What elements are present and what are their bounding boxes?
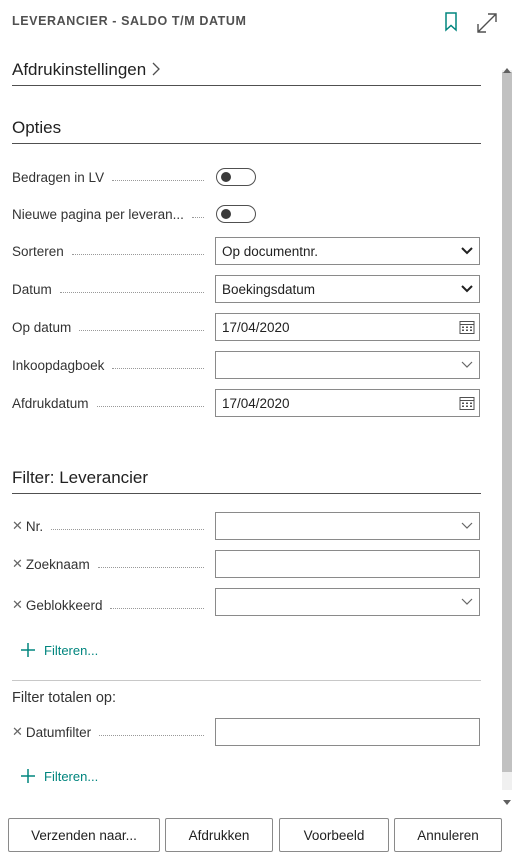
dot-leader bbox=[112, 179, 204, 181]
remove-filter-icon[interactable]: ✕ bbox=[12, 556, 23, 572]
divider bbox=[12, 680, 481, 681]
field-label-text: Nieuwe pagina per leveran... bbox=[12, 206, 184, 222]
new-page-label: Nieuwe pagina per leveran... bbox=[12, 200, 212, 228]
dot-leader bbox=[99, 734, 204, 736]
cancel-button[interactable]: Annuleren bbox=[394, 818, 502, 852]
search-name-label: ✕ Zoeknaam bbox=[12, 550, 212, 578]
field-label-text: Afdrukdatum bbox=[12, 395, 89, 411]
date-filter-label: ✕ Datumfilter bbox=[12, 718, 212, 746]
select-value: Boekingsdatum bbox=[222, 281, 316, 297]
search-name-input[interactable] bbox=[215, 550, 480, 578]
dot-leader bbox=[191, 216, 204, 218]
divider bbox=[12, 143, 481, 144]
options-title: Opties bbox=[12, 118, 62, 137]
totals-filter-title: Filter totalen op: bbox=[12, 690, 116, 706]
divider bbox=[12, 493, 481, 494]
print-settings-header[interactable]: Afdrukinstellingen bbox=[12, 60, 161, 81]
field-label-text: Op datum bbox=[12, 319, 72, 335]
dot-leader bbox=[51, 528, 204, 530]
field-label-text: Geblokkeerd bbox=[25, 597, 103, 613]
link-label: Filteren... bbox=[44, 642, 99, 658]
sort-select[interactable]: Op documentnr. bbox=[215, 237, 480, 265]
vendor-no-label: ✕ Nr. bbox=[12, 512, 212, 540]
field-label-text: Bedragen in LV bbox=[12, 169, 105, 185]
journal-label: Inkoopdagboek bbox=[12, 351, 212, 379]
chevron-down-icon bbox=[455, 237, 479, 265]
dialog-content: Afdrukinstellingen Opties Bedragen in LV… bbox=[0, 48, 500, 798]
sort-label: Sorteren bbox=[12, 237, 212, 265]
add-vendor-filter-link[interactable]: Filteren... bbox=[20, 642, 98, 658]
input-value: 17/04/2020 bbox=[222, 395, 290, 411]
send-to-button[interactable]: Verzenden naar... bbox=[8, 818, 160, 852]
chevron-down-icon[interactable] bbox=[455, 512, 479, 540]
plus-icon bbox=[20, 642, 36, 658]
remove-filter-icon[interactable]: ✕ bbox=[12, 724, 23, 740]
chevron-right-icon bbox=[151, 61, 161, 81]
dot-leader bbox=[71, 253, 204, 255]
calendar-icon[interactable] bbox=[455, 313, 479, 341]
date-label: Datum bbox=[12, 275, 212, 303]
field-label-text: Inkoopdagboek bbox=[12, 357, 105, 373]
scroll-down-icon[interactable] bbox=[503, 793, 511, 805]
scroll-up-icon[interactable] bbox=[503, 60, 511, 73]
link-label: Filteren... bbox=[44, 768, 99, 784]
input-value: 17/04/2020 bbox=[222, 319, 290, 335]
field-label-text: Datumfilter bbox=[25, 724, 92, 740]
divider bbox=[12, 85, 481, 86]
chevron-down-icon bbox=[455, 275, 479, 303]
date-filter-input[interactable] bbox=[215, 718, 480, 746]
toggle-knob bbox=[221, 209, 231, 219]
dot-leader bbox=[96, 405, 204, 407]
as-of-date-input[interactable]: 17/04/2020 bbox=[215, 313, 480, 341]
amounts-lcy-toggle[interactable] bbox=[216, 168, 256, 186]
chevron-down-icon[interactable] bbox=[455, 588, 479, 616]
expand-icon[interactable] bbox=[476, 12, 498, 39]
add-totals-filter-link[interactable]: Filteren... bbox=[20, 768, 98, 784]
dot-leader bbox=[79, 329, 204, 331]
plus-icon bbox=[20, 768, 36, 784]
dialog-header: LEVERANCIER - SALDO T/M DATUM bbox=[0, 0, 515, 48]
chevron-down-icon[interactable] bbox=[455, 351, 479, 379]
field-label-text: Nr. bbox=[25, 518, 44, 534]
select-value: Op documentnr. bbox=[222, 243, 319, 259]
print-date-label: Afdrukdatum bbox=[12, 389, 212, 417]
dialog-footer: Verzenden naar... Afdrukken Voorbeeld An… bbox=[0, 818, 515, 852]
vendor-filter-title: Filter: Leverancier bbox=[12, 468, 149, 487]
field-label-text: Datum bbox=[12, 281, 52, 297]
vendor-no-lookup[interactable] bbox=[215, 512, 480, 540]
dialog-title: LEVERANCIER - SALDO T/M DATUM bbox=[12, 14, 247, 28]
calendar-icon[interactable] bbox=[455, 389, 479, 417]
bookmark-icon[interactable] bbox=[444, 12, 458, 37]
dot-leader bbox=[59, 291, 204, 293]
field-label-text: Zoeknaam bbox=[25, 556, 90, 572]
date-select[interactable]: Boekingsdatum bbox=[215, 275, 480, 303]
journal-lookup[interactable] bbox=[215, 351, 480, 379]
print-date-input[interactable]: 17/04/2020 bbox=[215, 389, 480, 417]
dot-leader bbox=[112, 367, 204, 369]
blocked-label: ✕ Geblokkeerd bbox=[12, 591, 212, 619]
dot-leader bbox=[97, 566, 204, 568]
remove-filter-icon[interactable]: ✕ bbox=[12, 597, 23, 613]
blocked-lookup[interactable] bbox=[215, 588, 480, 616]
toggle-knob bbox=[221, 172, 231, 182]
preview-button[interactable]: Voorbeeld bbox=[279, 818, 389, 852]
print-button[interactable]: Afdrukken bbox=[165, 818, 273, 852]
field-label-text: Sorteren bbox=[12, 243, 64, 259]
remove-filter-icon[interactable]: ✕ bbox=[12, 518, 23, 534]
new-page-toggle[interactable] bbox=[216, 205, 256, 223]
vertical-scrollbar[interactable] bbox=[500, 58, 514, 805]
dot-leader bbox=[110, 607, 204, 609]
print-settings-label: Afdrukinstellingen bbox=[12, 60, 147, 79]
amounts-lcy-label: Bedragen in LV bbox=[12, 163, 212, 191]
as-of-date-label: Op datum bbox=[12, 313, 212, 341]
scrollbar-thumb[interactable] bbox=[502, 72, 512, 772]
